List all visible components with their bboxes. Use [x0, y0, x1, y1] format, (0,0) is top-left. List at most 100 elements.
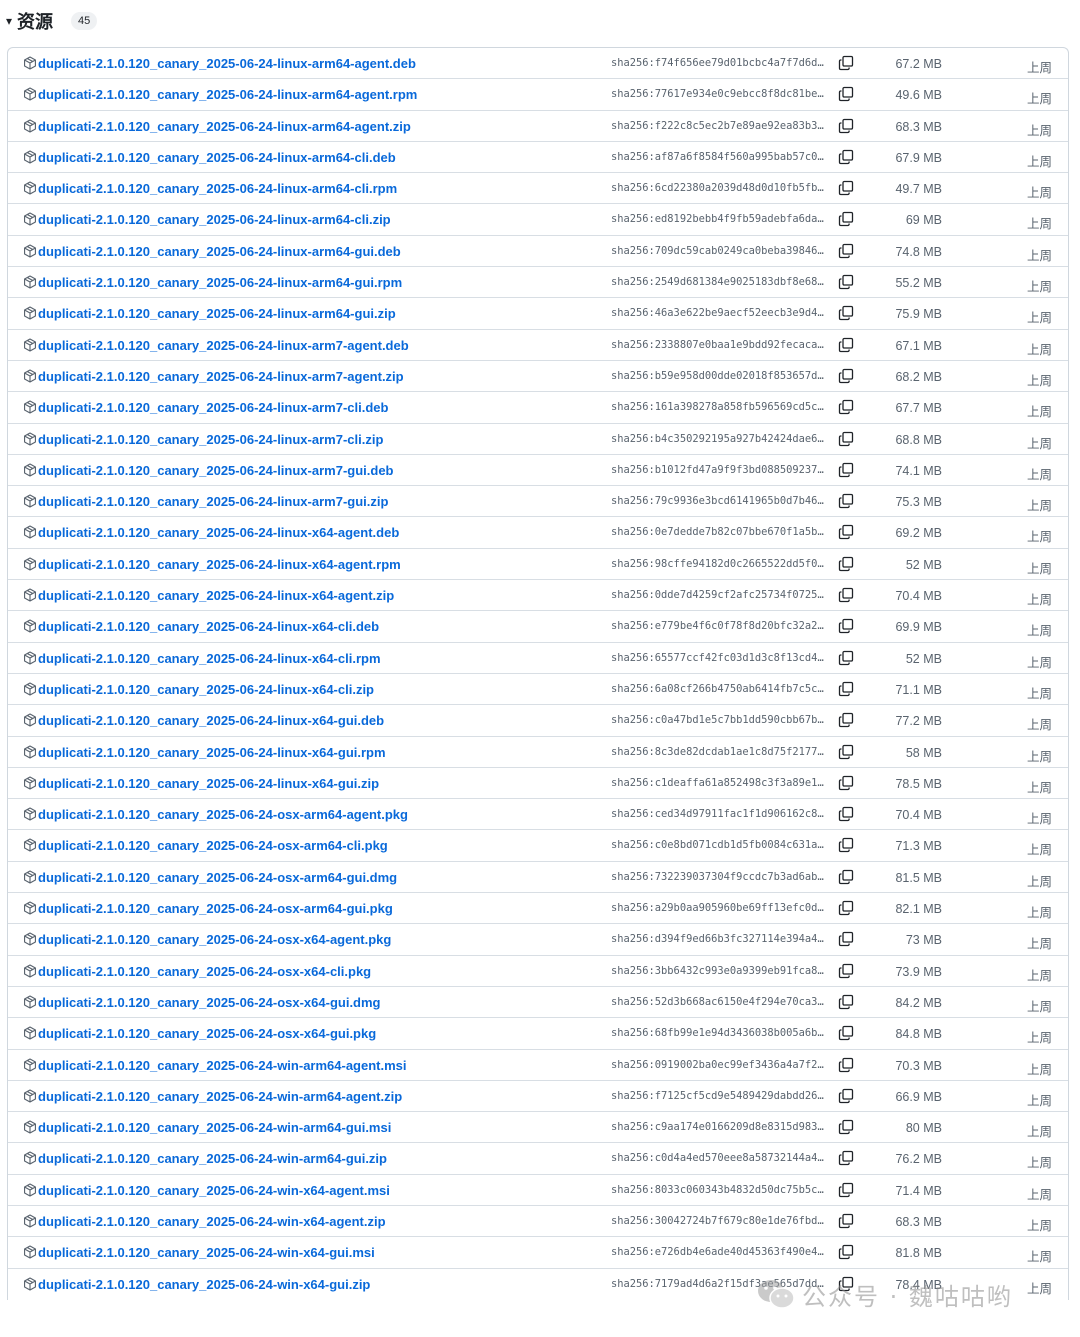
copy-icon[interactable]	[838, 1213, 854, 1229]
copy-icon[interactable]	[838, 1088, 854, 1104]
copy-icon[interactable]	[838, 775, 854, 791]
asset-download-link[interactable]: duplicati-2.1.0.120_canary_2025-06-24-li…	[38, 87, 417, 102]
copy-icon[interactable]	[838, 869, 854, 885]
asset-download-link[interactable]: duplicati-2.1.0.120_canary_2025-06-24-li…	[38, 150, 396, 165]
copy-icon[interactable]	[838, 681, 854, 697]
asset-download-link[interactable]: duplicati-2.1.0.120_canary_2025-06-24-li…	[38, 212, 391, 227]
copy-icon[interactable]	[838, 1276, 854, 1292]
asset-download-link[interactable]: duplicati-2.1.0.120_canary_2025-06-24-li…	[38, 494, 388, 509]
asset-download-link[interactable]: duplicati-2.1.0.120_canary_2025-06-24-li…	[38, 776, 379, 791]
package-icon	[23, 150, 37, 164]
copy-icon[interactable]	[838, 243, 854, 259]
asset-download-link[interactable]: duplicati-2.1.0.120_canary_2025-06-24-os…	[38, 838, 388, 853]
asset-download-link[interactable]: duplicati-2.1.0.120_canary_2025-06-24-os…	[38, 807, 408, 822]
copy-icon[interactable]	[838, 462, 854, 478]
copy-icon[interactable]	[838, 118, 854, 134]
asset-download-link[interactable]: duplicati-2.1.0.120_canary_2025-06-24-li…	[38, 306, 396, 321]
copy-icon[interactable]	[838, 587, 854, 603]
copy-icon[interactable]	[838, 1182, 854, 1198]
copy-icon[interactable]	[838, 1244, 854, 1260]
asset-download-link[interactable]: duplicati-2.1.0.120_canary_2025-06-24-li…	[38, 557, 401, 572]
asset-updated-time: 上周	[1026, 185, 1052, 201]
copy-icon[interactable]	[838, 337, 854, 353]
asset-download-link[interactable]: duplicati-2.1.0.120_canary_2025-06-24-li…	[38, 338, 409, 353]
asset-download-link[interactable]: duplicati-2.1.0.120_canary_2025-06-24-li…	[38, 244, 401, 259]
asset-download-link[interactable]: duplicati-2.1.0.120_canary_2025-06-24-li…	[38, 745, 386, 760]
asset-download-link[interactable]: duplicati-2.1.0.120_canary_2025-06-24-wi…	[38, 1120, 391, 1135]
asset-download-link[interactable]: duplicati-2.1.0.120_canary_2025-06-24-os…	[38, 901, 393, 916]
asset-size: 67.7 MB	[895, 401, 942, 416]
copy-icon[interactable]	[838, 274, 854, 290]
asset-download-link[interactable]: duplicati-2.1.0.120_canary_2025-06-24-wi…	[38, 1058, 407, 1073]
asset-download-link[interactable]: duplicati-2.1.0.120_canary_2025-06-24-li…	[38, 369, 404, 384]
asset-download-link[interactable]: duplicati-2.1.0.120_canary_2025-06-24-li…	[38, 525, 399, 540]
asset-download-link[interactable]: duplicati-2.1.0.120_canary_2025-06-24-li…	[38, 682, 374, 697]
copy-icon[interactable]	[838, 837, 854, 853]
asset-row: duplicati-2.1.0.120_canary_2025-06-24-li…	[8, 79, 1068, 111]
asset-download-link[interactable]: duplicati-2.1.0.120_canary_2025-06-24-os…	[38, 932, 391, 947]
copy-icon[interactable]	[838, 618, 854, 634]
asset-updated-time: 上周	[1026, 1155, 1052, 1171]
asset-download-link[interactable]: duplicati-2.1.0.120_canary_2025-06-24-wi…	[38, 1089, 402, 1104]
asset-download-link[interactable]: duplicati-2.1.0.120_canary_2025-06-24-os…	[38, 964, 371, 979]
asset-row: duplicati-2.1.0.120_canary_2025-06-24-os…	[8, 799, 1068, 831]
copy-icon[interactable]	[838, 399, 854, 415]
asset-download-link[interactable]: duplicati-2.1.0.120_canary_2025-06-24-li…	[38, 463, 394, 478]
copy-icon[interactable]	[838, 1150, 854, 1166]
copy-icon[interactable]	[838, 493, 854, 509]
package-icon	[23, 557, 37, 571]
asset-sha256: sha256:b4c350292195a927b42424dae6…	[611, 432, 824, 445]
asset-download-link[interactable]: duplicati-2.1.0.120_canary_2025-06-24-li…	[38, 56, 416, 71]
copy-icon[interactable]	[838, 963, 854, 979]
copy-icon[interactable]	[838, 305, 854, 321]
copy-icon[interactable]	[838, 900, 854, 916]
copy-icon[interactable]	[838, 1119, 854, 1135]
asset-row: duplicati-2.1.0.120_canary_2025-06-24-li…	[8, 111, 1068, 142]
copy-icon[interactable]	[838, 180, 854, 196]
asset-size: 68.2 MB	[895, 369, 942, 384]
asset-download-link[interactable]: duplicati-2.1.0.120_canary_2025-06-24-wi…	[38, 1245, 375, 1260]
asset-download-link[interactable]: duplicati-2.1.0.120_canary_2025-06-24-os…	[38, 870, 397, 885]
collapse-caret-icon[interactable]: ▾	[6, 14, 12, 28]
asset-updated-time: 上周	[1026, 967, 1052, 983]
copy-icon[interactable]	[838, 524, 854, 540]
asset-download-link[interactable]: duplicati-2.1.0.120_canary_2025-06-24-wi…	[38, 1214, 386, 1229]
copy-icon[interactable]	[838, 431, 854, 447]
copy-icon[interactable]	[838, 931, 854, 947]
asset-download-link[interactable]: duplicati-2.1.0.120_canary_2025-06-24-li…	[38, 275, 402, 290]
asset-download-link[interactable]: duplicati-2.1.0.120_canary_2025-06-24-li…	[38, 588, 394, 603]
asset-download-link[interactable]: duplicati-2.1.0.120_canary_2025-06-24-li…	[38, 651, 381, 666]
asset-download-link[interactable]: duplicati-2.1.0.120_canary_2025-06-24-os…	[38, 995, 381, 1010]
asset-download-link[interactable]: duplicati-2.1.0.120_canary_2025-06-24-wi…	[38, 1277, 370, 1292]
copy-icon[interactable]	[838, 806, 854, 822]
copy-icon[interactable]	[838, 149, 854, 165]
asset-size: 80 MB	[905, 1121, 942, 1136]
copy-icon[interactable]	[838, 368, 854, 384]
copy-icon[interactable]	[838, 211, 854, 227]
asset-download-link[interactable]: duplicati-2.1.0.120_canary_2025-06-24-li…	[38, 432, 383, 447]
copy-icon[interactable]	[838, 556, 854, 572]
asset-size: 82.1 MB	[895, 902, 942, 917]
asset-download-link[interactable]: duplicati-2.1.0.120_canary_2025-06-24-li…	[38, 713, 384, 728]
copy-icon[interactable]	[838, 650, 854, 666]
asset-download-link[interactable]: duplicati-2.1.0.120_canary_2025-06-24-wi…	[38, 1183, 390, 1198]
asset-size: 73 MB	[905, 933, 942, 948]
copy-icon[interactable]	[838, 1025, 854, 1041]
copy-icon[interactable]	[838, 994, 854, 1010]
copy-icon[interactable]	[838, 712, 854, 728]
asset-row: duplicati-2.1.0.120_canary_2025-06-24-li…	[8, 768, 1068, 800]
copy-icon[interactable]	[838, 86, 854, 102]
asset-download-link[interactable]: duplicati-2.1.0.120_canary_2025-06-24-li…	[38, 400, 388, 415]
asset-download-link[interactable]: duplicati-2.1.0.120_canary_2025-06-24-wi…	[38, 1151, 387, 1166]
asset-size: 69.2 MB	[895, 526, 942, 541]
asset-download-link[interactable]: duplicati-2.1.0.120_canary_2025-06-24-li…	[38, 119, 411, 134]
asset-download-link[interactable]: duplicati-2.1.0.120_canary_2025-06-24-li…	[38, 619, 379, 634]
copy-icon[interactable]	[838, 1057, 854, 1073]
copy-icon[interactable]	[838, 55, 854, 71]
asset-size: 73.9 MB	[895, 964, 942, 979]
asset-download-link[interactable]: duplicati-2.1.0.120_canary_2025-06-24-li…	[38, 181, 397, 196]
package-icon	[23, 87, 37, 101]
package-icon	[23, 1214, 37, 1228]
asset-download-link[interactable]: duplicati-2.1.0.120_canary_2025-06-24-os…	[38, 1026, 376, 1041]
copy-icon[interactable]	[838, 744, 854, 760]
